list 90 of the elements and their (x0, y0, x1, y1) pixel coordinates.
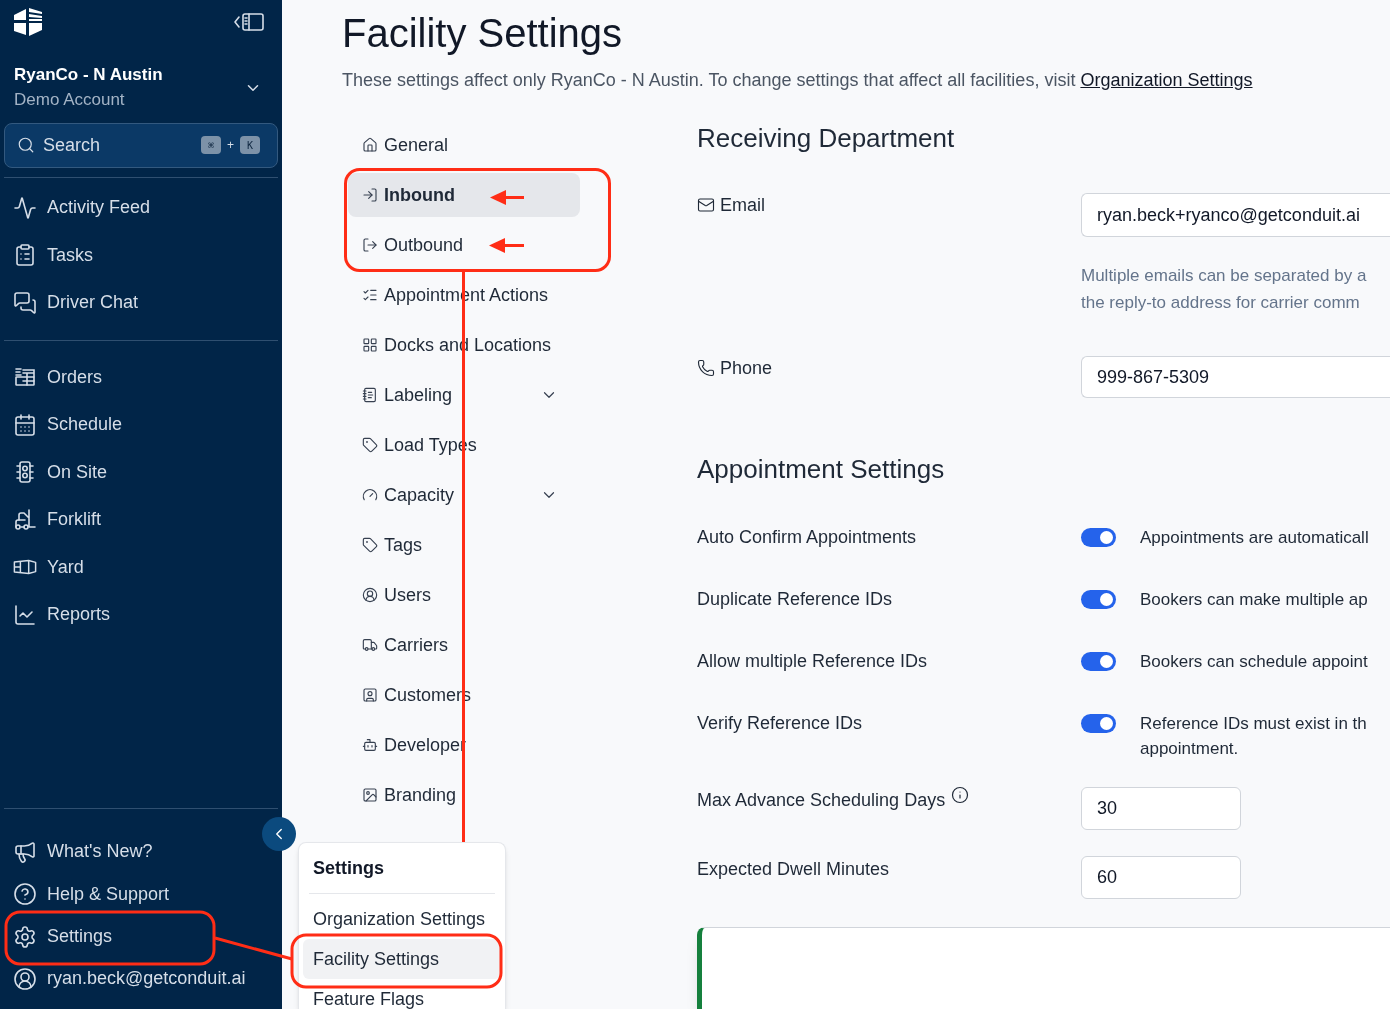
setting-description: Reference IDs must exist in th appointment. (1140, 712, 1367, 760)
setting-description: Appointments are automaticall (1140, 526, 1369, 549)
user-circle-icon (362, 587, 378, 603)
settings-nav-item[interactable]: Tags (348, 523, 580, 567)
settings-icon (13, 924, 37, 949)
sidebar-item[interactable]: Forklift (0, 496, 107, 544)
sidebar-item[interactable]: Schedule (0, 401, 129, 449)
arrow-into-bracket-icon (362, 187, 378, 203)
settings-nav-item[interactable]: Inbound (348, 173, 580, 217)
calendar-icon (13, 412, 37, 437)
envelope-icon (697, 196, 715, 214)
sidebar-item[interactable]: What's New? (0, 830, 159, 874)
user-icon (13, 966, 37, 991)
chat-bubbles-icon (13, 290, 37, 315)
help-text: Multiple emails can be separated by a the reply-to address for carrier comm (1081, 265, 1367, 314)
settings-nav-item[interactable]: Users (348, 573, 580, 617)
megaphone-icon (13, 839, 37, 864)
checklist-icon (362, 287, 378, 303)
collapse-panel-icon (233, 12, 265, 32)
input-field[interactable]: 999-867-5309 (1081, 356, 1390, 398)
setting-label: Verify Reference IDs (697, 711, 863, 735)
section-heading: Appointment Settings (697, 454, 945, 484)
settings-nav-item[interactable]: General (348, 123, 580, 167)
number-field[interactable]: 30 (1081, 786, 1241, 830)
keyboard-key: ⌘ (201, 136, 221, 154)
toggle-switch[interactable] (1081, 589, 1116, 609)
menu-item[interactable]: Feature Flags (303, 979, 501, 1009)
setting-description: Bookers can make multiple ap (1140, 588, 1368, 611)
clipboard-icon (13, 243, 37, 268)
robot-icon (362, 737, 378, 753)
field-label: Phone (720, 356, 773, 380)
account-name: RyanCo - N Austin (14, 64, 163, 86)
tag-icon (362, 537, 378, 553)
gauge-icon (362, 487, 378, 503)
number-field[interactable]: 60 (1081, 855, 1241, 899)
toggle-switch[interactable] (1081, 651, 1116, 671)
sidebar-item[interactable]: Driver Chat (0, 279, 145, 327)
account-subtitle: Demo Account (14, 89, 126, 111)
sidebar-item[interactable]: Yard (0, 543, 90, 591)
sidebar-item[interactable]: Reports (0, 591, 117, 639)
keyboard-key: K (240, 136, 260, 154)
annotation-arrow (489, 238, 524, 253)
page-description: These settings affect only RyanCo - N Austin. To change settings that affect all facilities, visit Organization Settings (342, 69, 1253, 92)
setting-label: Expected Dwell Minutes (697, 857, 890, 881)
organization-settings-link[interactable]: Organization Settings (1080, 70, 1253, 90)
sidebar-item[interactable]: On Site (0, 448, 114, 496)
page-title: Facility Settings (342, 10, 623, 57)
setting-label: Auto Confirm Appointments (697, 525, 917, 549)
settings-nav-item[interactable]: Capacity (348, 473, 580, 517)
menu-item[interactable]: Organization Settings (303, 899, 501, 939)
settings-nav-item[interactable]: Carriers (348, 623, 580, 667)
menu-item[interactable]: Facility Settings (303, 939, 501, 979)
search-icon (17, 136, 35, 154)
image-icon (362, 787, 378, 803)
tag-icon (362, 437, 378, 453)
sidebar-item[interactable]: Tasks (0, 231, 99, 279)
info-icon[interactable] (951, 785, 970, 804)
help-icon (13, 882, 37, 907)
setting-label: Duplicate Reference IDs (697, 587, 893, 611)
truck-icon (362, 637, 378, 653)
line-chart-icon (13, 602, 37, 627)
settings-nav-item[interactable]: Outbound (348, 223, 580, 267)
annotation-arrow (490, 190, 524, 205)
toggle-switch[interactable] (1081, 527, 1116, 547)
pulse-icon (13, 195, 37, 220)
sidebar-item[interactable]: ryan.beck@getconduit.ai (0, 957, 252, 1000)
logo (12, 6, 44, 38)
section-heading: Receiving Department (697, 123, 955, 153)
forklift-icon (13, 507, 37, 532)
phone-icon (697, 359, 715, 377)
setting-description: Bookers can schedule appoint (1140, 650, 1368, 673)
sidebar-toggle-button[interactable] (233, 12, 265, 32)
setting-label: Max Advance Scheduling Days (697, 788, 946, 812)
menu-title: Settings (313, 856, 384, 880)
sidebar-item[interactable]: Help & Support (0, 873, 176, 916)
settings-nav-item[interactable]: Branding (348, 773, 580, 817)
home-icon (362, 137, 378, 153)
sidebar-item[interactable]: Settings (0, 915, 119, 958)
input-field[interactable]: ryan.beck+ryanco@getconduit.ai (1081, 193, 1390, 237)
sidebar-item[interactable]: Orders (0, 353, 108, 401)
traffic-light-icon (13, 460, 37, 485)
toggle-switch[interactable] (1081, 713, 1116, 733)
user-square-icon (362, 687, 378, 703)
setting-label: Allow multiple Reference IDs (697, 649, 928, 673)
shortcut-separator: + (227, 137, 234, 154)
sidebar-item[interactable]: Activity Feed (0, 184, 157, 232)
settings-nav-item[interactable]: Labeling (348, 373, 580, 417)
notebook-icon (362, 387, 378, 403)
field-label: Email (720, 193, 765, 217)
grid-icon (362, 337, 378, 353)
